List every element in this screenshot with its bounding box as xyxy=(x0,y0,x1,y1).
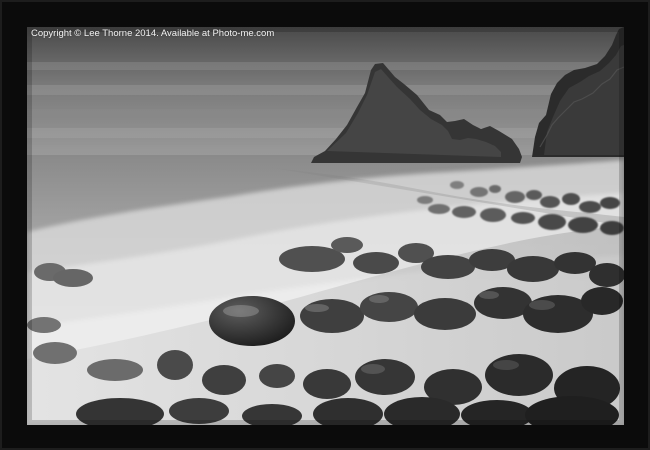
copyright-watermark: Copyright © Lee Thorne 2014. Available a… xyxy=(31,28,275,39)
seascape-photo xyxy=(27,27,624,425)
picture-frame: Copyright © Lee Thorne 2014. Available a… xyxy=(0,0,650,450)
framed-photo: Copyright © Lee Thorne 2014. Available a… xyxy=(27,27,624,425)
